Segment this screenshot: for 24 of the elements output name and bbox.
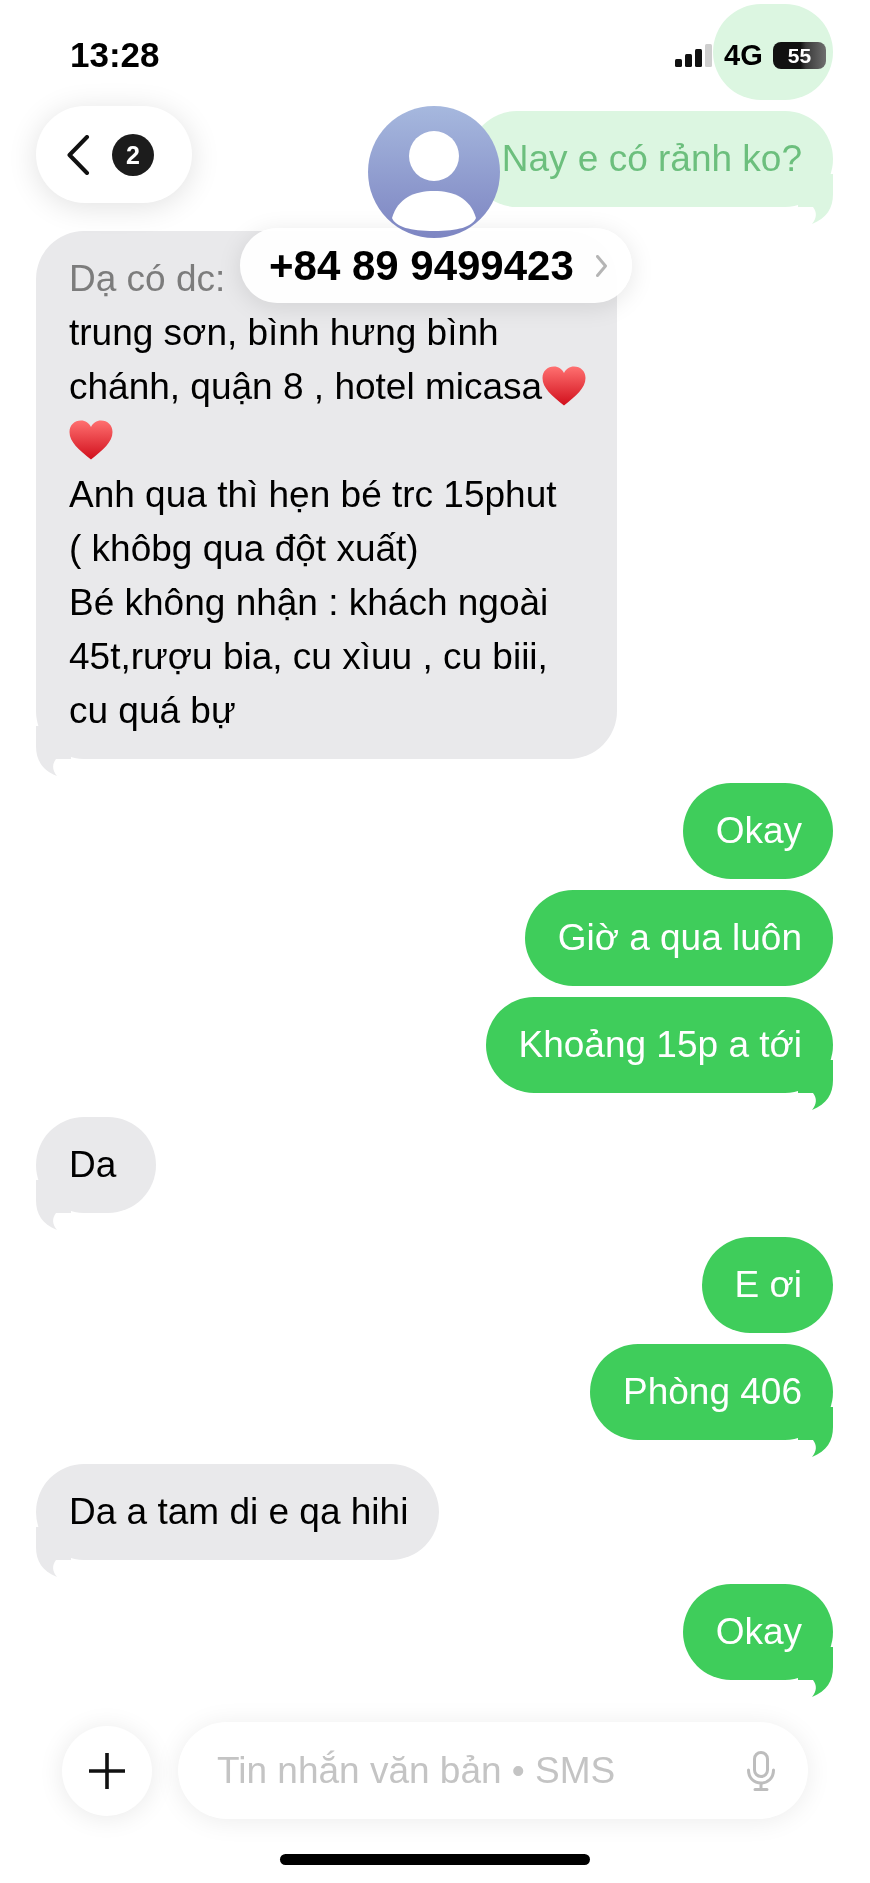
plus-icon [89,1752,125,1789]
message-text: Phòng 406 [623,1371,802,1412]
message-text: Okay [715,1611,802,1652]
back-button[interactable]: 2 [36,106,192,203]
message-text: trung sơn, bình hưng bình chánh, quận 8 , hotel micasa [69,311,543,409]
chevron-left-icon [66,134,90,175]
network-type: 4G [724,39,763,71]
signal-bars-icon [675,44,713,67]
microphone-icon[interactable] [747,1751,775,1791]
message-text: Giờ a qua luôn [557,917,802,958]
message-text: Okay [715,810,802,851]
message-text: E ơi [734,1264,802,1305]
message-text: Anh qua thì hẹn bé trc 15phut ( khôbg qua đột xuất) Bé không nhận : khách ngoài 45t,rượu bia, cu xìuu , cu biii, cu quá bự [69,473,557,733]
unread-count-badge: 2 [112,133,154,176]
message-field[interactable]: Tin nhắn văn bản • SMS [178,1722,808,1819]
message-text: Dạ có dc: [69,257,226,301]
battery-indicator: 55 [773,42,826,69]
message-text: Da [69,1144,117,1185]
person-avatar-icon[interactable] [368,106,500,238]
message-text: Da a tam di e qa hihi [69,1491,409,1532]
status-time: 13:28 [70,35,160,75]
message-text: Nay e có rảnh ko? [501,138,802,179]
message-text: Khoảng 15p a tới [518,1024,802,1065]
chevron-right-icon [595,254,607,277]
